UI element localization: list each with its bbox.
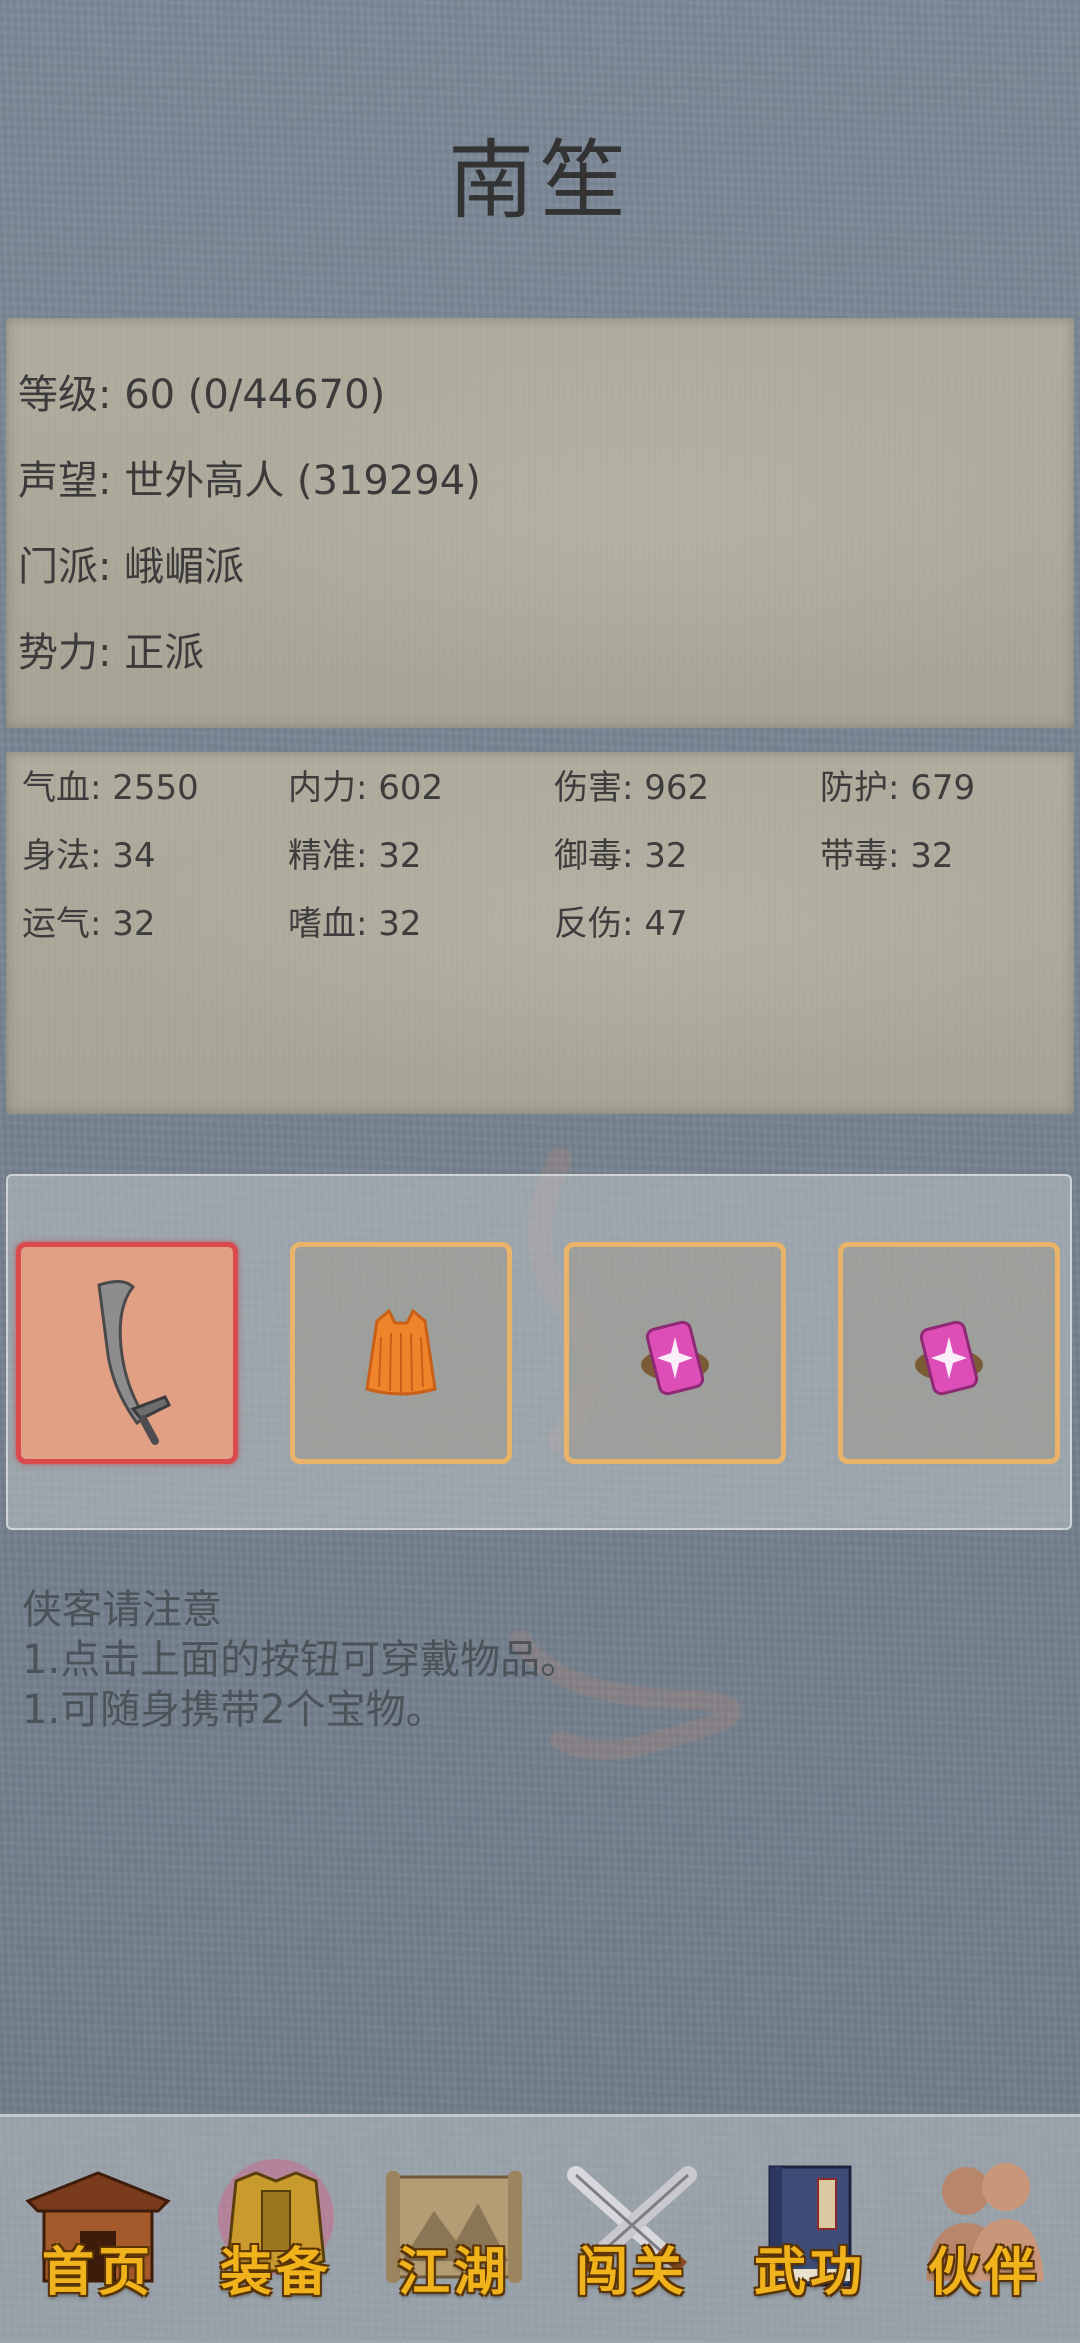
- nav-home[interactable]: 首页: [18, 2151, 178, 2311]
- nav-martial-arts-label: 武功: [753, 2242, 866, 2303]
- notice-line-1: 1.点击上面的按钮可穿戴物品。: [22, 1637, 581, 1683]
- notice-line-2: 1.可随身携带2个宝物。: [22, 1687, 446, 1733]
- nav-equipment[interactable]: 装备: [196, 2151, 356, 2311]
- nav-challenge-label: 闯关: [575, 2242, 688, 2303]
- stat-bloodthirst: 嗜血: 32: [288, 904, 422, 944]
- faction-text: 势力: 正派: [18, 630, 205, 676]
- character-info-panel: 等级: 60 (0/44670) 声望: 世外高人 (319294) 门派: 峨…: [6, 318, 1074, 728]
- equipment-slot-weapon[interactable]: [16, 1242, 238, 1464]
- nav-martial-arts[interactable]: 武功: [730, 2151, 890, 2311]
- notice-text: 侠客请注意 1.点击上面的按钮可穿戴物品。 1.可随身携带2个宝物。: [22, 1585, 580, 1735]
- reputation-text: 声望: 世外高人 (319294): [18, 458, 481, 504]
- stat-poison-resist: 御毒: 32: [554, 836, 688, 876]
- stat-damage: 伤害: 962: [554, 768, 710, 808]
- nav-challenge[interactable]: 闯关: [552, 2151, 712, 2311]
- character-name: 南笙: [448, 131, 632, 231]
- notice-title: 侠客请注意: [22, 1587, 222, 1633]
- stat-agility: 身法: 34: [22, 836, 156, 876]
- nav-jianghu[interactable]: 江湖: [374, 2151, 534, 2311]
- robe-icon: [365, 1308, 437, 1396]
- nav-equipment-label: 装备: [219, 2242, 332, 2303]
- nav-companions[interactable]: 伙伴: [904, 2151, 1064, 2311]
- attributes-panel: 气血: 2550 内力: 602 伤害: 962 防护: 679 身法: 34 …: [6, 752, 1074, 1114]
- equipment-slots-panel: [6, 1174, 1072, 1530]
- treasure-gem-icon: [915, 1320, 983, 1396]
- nav-companions-label: 伙伴: [927, 2242, 1040, 2303]
- bottom-navigation: 首页 装备 江湖 闯关 武功 伙伴: [0, 2114, 1080, 2343]
- sword-icon: [97, 1280, 172, 1445]
- equipment-slot-treasure-2[interactable]: [838, 1242, 1060, 1464]
- equipment-slot-treasure-1[interactable]: [564, 1242, 786, 1464]
- stat-luck: 运气: 32: [22, 904, 156, 944]
- stat-reflect: 反伤: 47: [554, 904, 688, 944]
- equipment-slot-armor[interactable]: [290, 1242, 512, 1464]
- stat-defense: 防护: 679: [820, 768, 976, 808]
- treasure-gem-icon: [641, 1320, 709, 1396]
- nav-home-label: 首页: [41, 2242, 154, 2303]
- stat-hp: 气血: 2550: [22, 768, 199, 808]
- sect-text: 门派: 峨嵋派: [18, 544, 245, 590]
- nav-jianghu-label: 江湖: [397, 2242, 510, 2303]
- stat-poison: 带毒: 32: [820, 836, 954, 876]
- level-text: 等级: 60 (0/44670): [18, 372, 386, 418]
- stat-accuracy: 精准: 32: [288, 836, 422, 876]
- stat-internal-power: 内力: 602: [288, 768, 444, 808]
